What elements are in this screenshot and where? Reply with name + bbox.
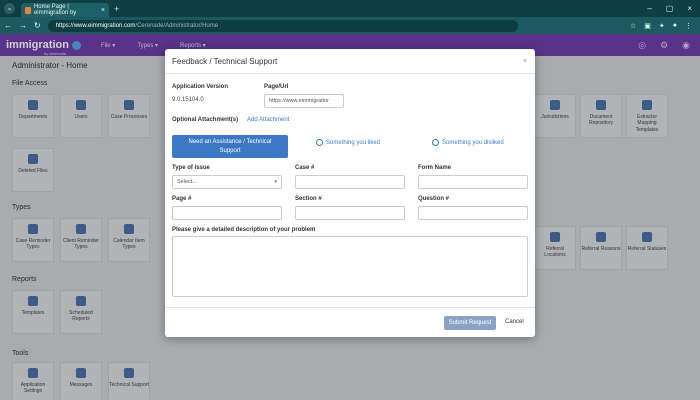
browser-menu-icon[interactable]: ⌄ — [4, 3, 15, 14]
kebab-menu-icon[interactable]: ⋮ — [685, 22, 692, 30]
new-tab-button[interactable]: + — [114, 4, 119, 14]
favicon-icon — [25, 6, 31, 14]
description-label: Please give a detailed description of yo… — [172, 227, 316, 233]
form-name-input[interactable] — [418, 175, 528, 189]
browser-tab-bar: ⌄ Home Page | eimmigration by × + – ▢ × — [0, 0, 700, 17]
section-number-input[interactable] — [295, 206, 405, 220]
disliked-option[interactable]: Something you disliked — [432, 139, 504, 146]
address-bar-row: ← → ↻ https://www.eimmigration.com/Ceren… — [0, 17, 700, 34]
url-input[interactable]: https://www.eimmigration.com/Cerenade/Ad… — [47, 19, 518, 32]
cancel-button[interactable]: Cancel — [505, 319, 524, 325]
url-host: https://www.eimmigration.com — [55, 22, 136, 29]
attachments-label: Optional Attachment(s) — [172, 117, 239, 123]
section-number-label: Section # — [295, 196, 322, 202]
window-controls: – ▢ × — [647, 4, 700, 13]
description-textarea[interactable] — [172, 236, 528, 297]
forward-arrow-icon[interactable]: → — [19, 21, 27, 30]
modal-header: Feedback / Technical Support × — [165, 49, 535, 74]
close-icon[interactable]: × — [523, 58, 527, 65]
smile-icon — [316, 139, 323, 146]
submit-request-button[interactable]: Submit Request — [444, 316, 496, 330]
type-of-issue-label: Type of Issue — [172, 165, 210, 171]
profile-icon[interactable]: ● — [673, 22, 677, 30]
chevron-down-icon: ▾ — [274, 179, 277, 185]
case-input[interactable] — [295, 175, 405, 189]
url-path: /Cerenade/Administrator/Home — [135, 22, 219, 29]
page-url-field[interactable]: https://www.eimmigratior — [264, 94, 344, 108]
app-version-value: 9.0.15104.0 — [172, 97, 204, 103]
modal-title: Feedback / Technical Support — [172, 56, 278, 66]
question-number-label: Question # — [418, 196, 450, 202]
liked-option[interactable]: Something you liked — [316, 139, 380, 146]
back-arrow-icon[interactable]: ← — [4, 21, 12, 30]
disliked-option-label: Something you disliked — [442, 139, 504, 146]
case-label: Case # — [295, 165, 315, 171]
close-tab-icon[interactable]: × — [101, 7, 105, 14]
type-of-issue-select[interactable]: Select... ▾ — [172, 175, 282, 189]
reload-icon[interactable]: ↻ — [34, 21, 41, 30]
page-url-label: Page/Url — [264, 84, 289, 90]
browser-tab[interactable]: Home Page | eimmigration by × — [21, 3, 109, 17]
question-number-input[interactable] — [418, 206, 528, 220]
star-icon[interactable]: ☆ — [630, 22, 636, 30]
close-window-icon[interactable]: × — [687, 4, 692, 13]
modal-footer: Submit Request Cancel — [165, 307, 535, 337]
assistance-option-button[interactable]: Need an Assistance / Technical Support — [172, 135, 288, 158]
extensions-toolbar: ☆ ▣ ✦ ● ⋮ — [630, 22, 700, 30]
page-number-input[interactable] — [172, 206, 282, 220]
page-number-label: Page # — [172, 196, 192, 202]
minimize-icon[interactable]: – — [647, 4, 651, 13]
tab-title: Home Page | eimmigration by — [33, 4, 77, 16]
puzzle-icon[interactable]: ✦ — [659, 22, 665, 30]
maximize-icon[interactable]: ▢ — [666, 4, 674, 13]
liked-option-label: Something you liked — [326, 139, 381, 146]
frown-icon — [432, 139, 439, 146]
form-name-label: Form Name — [418, 165, 452, 171]
type-of-issue-value: Select... — [177, 179, 197, 185]
feedback-modal: Feedback / Technical Support × Applicati… — [165, 49, 535, 337]
add-attachment-link[interactable]: Add Attachment — [247, 117, 289, 123]
extension-icon[interactable]: ▣ — [644, 22, 651, 30]
app-version-label: Application Version — [172, 84, 229, 90]
